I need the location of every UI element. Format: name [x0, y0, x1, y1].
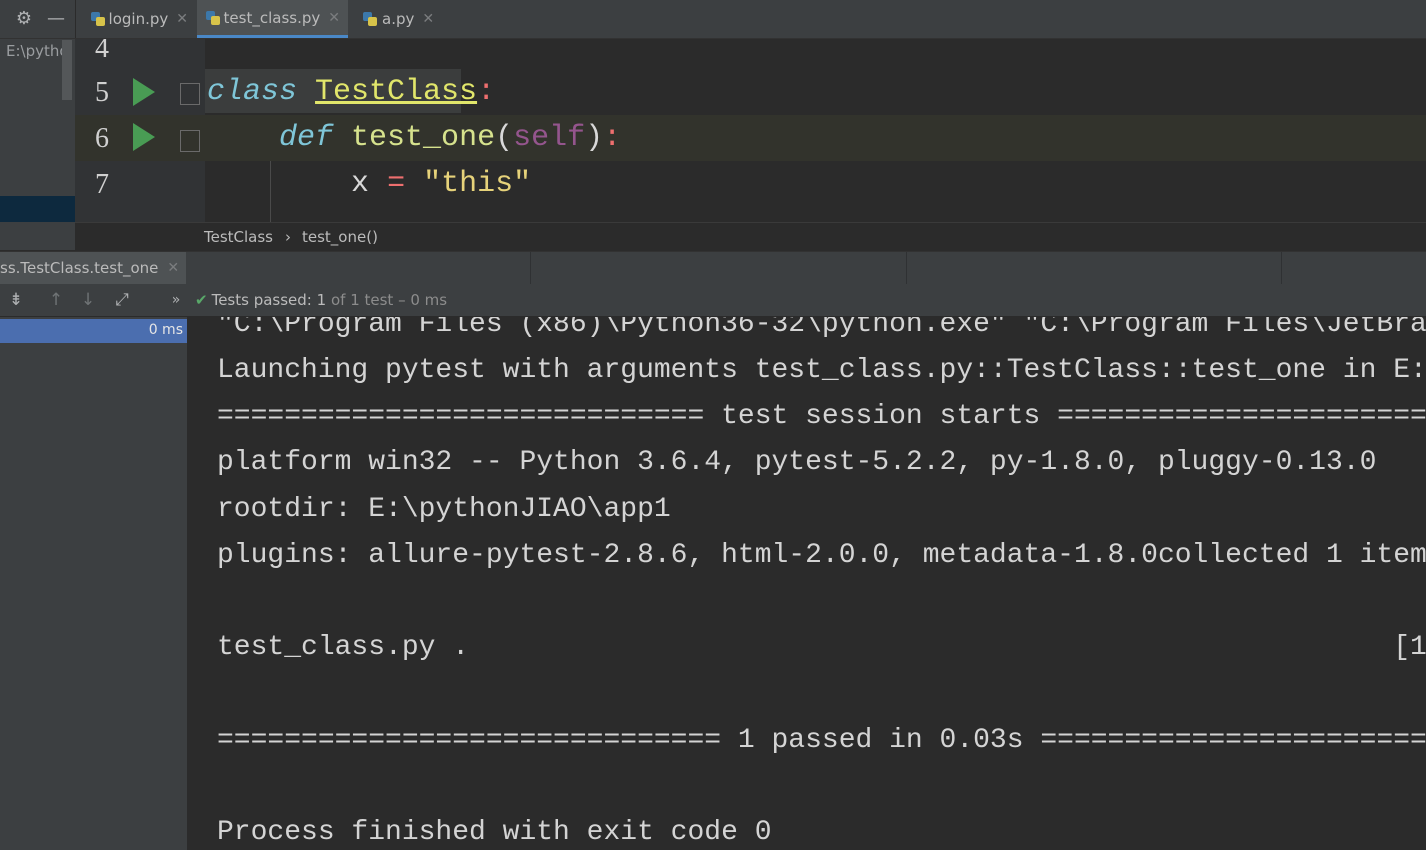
status-suffix: of 1 test [330, 291, 394, 309]
test-status: ✔ Tests passed: 1 of 1 test – 0 ms [195, 291, 447, 309]
line-number: 6 [95, 123, 109, 154]
editor-tab-bar: ⚙ — login.py ✕ test_class.py ✕ a.py ✕ [0, 0, 1426, 39]
breadcrumb-method[interactable]: test_one() [302, 228, 378, 246]
line-number: 5 [95, 77, 109, 108]
tab-label: test_class.py [223, 8, 321, 27]
line-number: 7 [95, 169, 109, 200]
colon: : [477, 75, 496, 109]
console-line: "C:\Program Files (x86)\Python36-32\pyth… [217, 317, 1426, 340]
collapse-all-icon[interactable]: ⇟ [6, 290, 26, 310]
tab-label: login.py [108, 10, 169, 28]
python-file-icon [205, 10, 220, 26]
class-name: TestClass [315, 75, 478, 109]
tab-a-py[interactable]: a.py ✕ [354, 0, 444, 38]
divider [1281, 252, 1282, 284]
tab-label: a.py [382, 10, 415, 28]
close-paren: ) [585, 121, 604, 155]
python-file-icon [90, 11, 105, 27]
test-tree-row[interactable]: 0 ms [0, 319, 187, 343]
console-line: test_class.py . [10 [217, 632, 1426, 663]
self-param: self [513, 121, 586, 155]
console-line: ============================= test sessi… [217, 401, 1426, 432]
close-icon[interactable]: ✕ [422, 11, 434, 27]
close-icon[interactable]: ✕ [176, 11, 188, 27]
status-time: – 0 ms [398, 291, 448, 309]
minimize-icon[interactable]: — [46, 9, 66, 29]
run-class-icon[interactable] [133, 78, 155, 106]
more-icon[interactable]: » [166, 290, 186, 310]
open-paren: ( [495, 121, 514, 155]
string-literal: "this" [423, 167, 532, 201]
breadcrumb: TestClass › test_one() [75, 222, 1426, 251]
code-line-7: x = "this" [207, 167, 531, 201]
console-line: Launching pytest with arguments test_cla… [217, 355, 1426, 386]
line-number: 4 [95, 39, 109, 64]
console-line: plugins: allure-pytest-2.8.6, html-2.0.0… [217, 540, 1426, 571]
test-duration: 0 ms [148, 322, 183, 338]
run-toolbar: ⇟ ↑ ↓ ⤢ » ✔ Tests passed: 1 of 1 test – 0… [0, 284, 1426, 317]
code-line-6: def test_one(self): [207, 121, 621, 155]
console-line: rootdir: E:\pythonJIAO\app1 [217, 494, 671, 525]
variable-x: x [351, 167, 370, 201]
status-prefix: Tests passed: [211, 291, 312, 309]
breadcrumb-separator: › [285, 228, 291, 246]
fold-icon[interactable] [180, 83, 200, 105]
console-line: platform win32 -- Python 3.6.4, pytest-5… [217, 447, 1377, 478]
code-line-5: class TestClass: [207, 75, 495, 109]
status-count: 1 [316, 291, 327, 309]
console-line: Process finished with exit code 0 [217, 817, 772, 848]
tab-login-py[interactable]: login.py ✕ [82, 0, 196, 38]
keyword-def: def [279, 121, 334, 155]
code-editor[interactable]: 4 5 6 7 class TestClass: def test_one(se… [75, 39, 1426, 222]
run-test-icon[interactable] [133, 123, 155, 151]
arrow-down-icon[interactable]: ↓ [78, 290, 98, 310]
project-selected-row[interactable] [0, 196, 75, 222]
close-icon[interactable]: ✕ [167, 260, 179, 276]
assign-operator: = [387, 167, 406, 201]
run-tab-label: ss.TestClass.test_one [0, 259, 159, 277]
console-output[interactable]: "C:\Program Files (x86)\Python36-32\pyth… [188, 317, 1426, 850]
export-icon[interactable]: ⤢ [112, 290, 132, 310]
divider [906, 252, 907, 284]
keyword-class: class [207, 75, 298, 109]
run-config-tab[interactable]: ss.TestClass.test_one ✕ [0, 252, 186, 284]
python-file-icon [362, 11, 378, 27]
divider [530, 252, 531, 284]
console-line: ============================== 1 passed … [217, 725, 1426, 756]
close-icon[interactable]: ✕ [328, 10, 340, 26]
fold-icon[interactable] [180, 130, 200, 152]
run-tab-bar: ss.TestClass.test_one ✕ [0, 251, 1426, 285]
breadcrumb-class[interactable]: TestClass [204, 228, 273, 246]
project-toolbar: ⚙ — [0, 0, 76, 38]
project-scrollbar[interactable] [62, 40, 72, 100]
project-root-path[interactable]: E:\pythonJIAO [6, 42, 70, 60]
arrow-up-icon[interactable]: ↑ [46, 290, 66, 310]
colon: : [603, 121, 622, 155]
function-name: test_one [351, 121, 496, 155]
tab-test-class-py[interactable]: test_class.py ✕ [197, 0, 348, 38]
check-icon: ✔ [195, 291, 208, 309]
gear-icon[interactable]: ⚙ [14, 9, 34, 29]
test-results-tree: 0 ms [0, 317, 188, 850]
